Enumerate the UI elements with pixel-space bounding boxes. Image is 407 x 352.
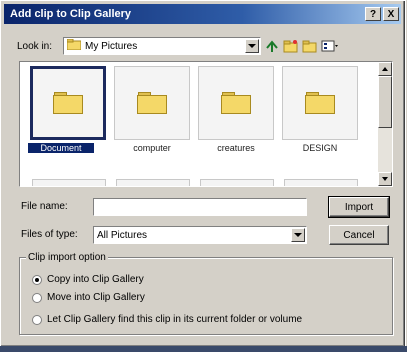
vertical-scrollbar[interactable]: [378, 62, 392, 186]
close-button[interactable]: X: [383, 7, 399, 21]
views-icon[interactable]: [321, 39, 338, 53]
up-folder-icon[interactable]: [264, 39, 280, 53]
look-in-row: Look in: My Pictures: [17, 37, 338, 55]
option-label: Let Clip Gallery find this clip in its c…: [47, 314, 303, 325]
option-find-in-place[interactable]: Let Clip Gallery find this clip in its c…: [32, 314, 302, 325]
file-label[interactable]: creatures: [196, 143, 276, 153]
folder-icon: [53, 92, 83, 114]
option-move[interactable]: Move into Clip Gallery: [32, 292, 145, 303]
file-tile[interactable]: [30, 66, 106, 140]
file-name-label: File name:: [21, 201, 68, 212]
radio-button[interactable]: [32, 274, 42, 285]
chevron-down-icon[interactable]: [245, 39, 259, 53]
options-legend: Clip import option: [26, 252, 108, 263]
help-button[interactable]: ?: [365, 7, 381, 21]
add-clip-dialog: Add clip to Clip Gallery ? X Look in: My…: [0, 0, 406, 348]
files-of-type-label: Files of type:: [21, 229, 78, 240]
scroll-down-button[interactable]: [378, 172, 392, 186]
file-tile[interactable]: [32, 179, 106, 186]
taskbar-strip: [0, 346, 407, 352]
title-bar[interactable]: Add clip to Clip Gallery ? X: [4, 4, 401, 24]
file-list[interactable]: Document computer creatures DESIGN: [19, 61, 393, 187]
files-of-type-value: All Pictures: [97, 229, 148, 241]
folder-icon: [66, 38, 82, 53]
folder-icon: [137, 92, 167, 114]
file-label[interactable]: Document: [28, 143, 94, 153]
dialog-title: Add clip to Clip Gallery: [10, 8, 132, 20]
file-tile[interactable]: [282, 66, 358, 140]
look-in-value: My Pictures: [85, 40, 138, 52]
import-button[interactable]: Import: [328, 196, 390, 218]
chevron-down-icon[interactable]: [291, 228, 305, 242]
scroll-thumb[interactable]: [378, 76, 392, 128]
file-tile[interactable]: [116, 179, 190, 186]
folder-icon: [221, 92, 251, 114]
file-name-input[interactable]: [93, 198, 307, 216]
option-copy[interactable]: Copy into Clip Gallery: [32, 274, 144, 285]
option-label: Move into Clip Gallery: [47, 292, 145, 303]
option-label: Copy into Clip Gallery: [47, 274, 144, 285]
files-of-type-select[interactable]: All Pictures: [93, 226, 307, 244]
file-tile[interactable]: [284, 179, 358, 186]
cancel-button[interactable]: Cancel: [329, 225, 389, 245]
file-tile[interactable]: [200, 179, 274, 186]
radio-button[interactable]: [32, 314, 42, 325]
desktop-icon[interactable]: [302, 39, 318, 53]
clip-import-options: Clip import option Copy into Clip Galler…: [19, 252, 393, 335]
look-in-combo[interactable]: My Pictures: [63, 37, 261, 55]
file-label[interactable]: computer: [112, 143, 192, 153]
file-label[interactable]: DESIGN: [280, 143, 360, 153]
file-tile[interactable]: [114, 66, 190, 140]
look-in-label: Look in:: [17, 40, 53, 52]
radio-button[interactable]: [32, 292, 42, 303]
new-folder-icon[interactable]: [283, 39, 299, 53]
folder-icon: [305, 92, 335, 114]
file-tile[interactable]: [198, 66, 274, 140]
scroll-up-button[interactable]: [378, 62, 392, 76]
